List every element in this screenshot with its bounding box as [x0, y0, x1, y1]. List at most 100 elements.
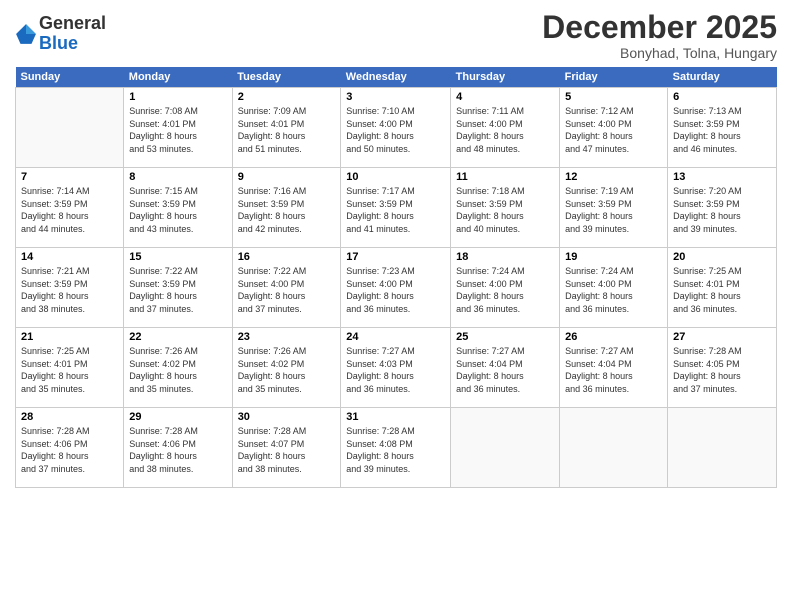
calendar-cell: 18 Sunrise: 7:24 AM Sunset: 4:00 PM Dayli… — [451, 248, 560, 328]
calendar-week-5: 28 Sunrise: 7:28 AM Sunset: 4:06 PM Dayli… — [16, 408, 777, 488]
calendar-cell: 15 Sunrise: 7:22 AM Sunset: 3:59 PM Dayli… — [124, 248, 232, 328]
calendar-cell: 14 Sunrise: 7:21 AM Sunset: 3:59 PM Dayli… — [16, 248, 124, 328]
day-number: 14 — [21, 251, 118, 263]
calendar-cell — [451, 408, 560, 488]
calendar-cell: 2 Sunrise: 7:09 AM Sunset: 4:01 PM Daylig… — [232, 88, 341, 168]
day-info: Sunrise: 7:13 AM Sunset: 3:59 PM Dayligh… — [673, 105, 771, 155]
col-sunday: Sunday — [16, 67, 124, 88]
day-number: 22 — [129, 331, 226, 343]
day-info: Sunrise: 7:26 AM Sunset: 4:02 PM Dayligh… — [238, 345, 336, 395]
calendar-cell — [668, 408, 777, 488]
day-number: 28 — [21, 411, 118, 423]
calendar-week-2: 7 Sunrise: 7:14 AM Sunset: 3:59 PM Daylig… — [16, 168, 777, 248]
day-number: 8 — [129, 171, 226, 183]
day-info: Sunrise: 7:26 AM Sunset: 4:02 PM Dayligh… — [129, 345, 226, 395]
calendar-cell: 17 Sunrise: 7:23 AM Sunset: 4:00 PM Dayli… — [341, 248, 451, 328]
col-thursday: Thursday — [451, 67, 560, 88]
day-number: 11 — [456, 171, 554, 183]
day-info: Sunrise: 7:16 AM Sunset: 3:59 PM Dayligh… — [238, 185, 336, 235]
page-container: General Blue December 2025 Bonyhad, Toln… — [0, 0, 792, 498]
day-info: Sunrise: 7:27 AM Sunset: 4:03 PM Dayligh… — [346, 345, 445, 395]
calendar-header: Sunday Monday Tuesday Wednesday Thursday… — [16, 67, 777, 88]
header: General Blue December 2025 Bonyhad, Toln… — [15, 10, 777, 61]
calendar-cell: 27Sunrise: 7:28 AM Sunset: 4:05 PM Dayli… — [668, 328, 777, 408]
calendar-cell: 9 Sunrise: 7:16 AM Sunset: 3:59 PM Daylig… — [232, 168, 341, 248]
day-info: Sunrise: 7:15 AM Sunset: 3:59 PM Dayligh… — [129, 185, 226, 235]
day-number: 17 — [346, 251, 445, 263]
day-info: Sunrise: 7:27 AM Sunset: 4:04 PM Dayligh… — [456, 345, 554, 395]
col-monday: Monday — [124, 67, 232, 88]
day-info: Sunrise: 7:09 AM Sunset: 4:01 PM Dayligh… — [238, 105, 336, 155]
calendar-cell: 21 Sunrise: 7:25 AM Sunset: 4:01 PM Dayli… — [16, 328, 124, 408]
day-info: Sunrise: 7:27 AM Sunset: 4:04 PM Dayligh… — [565, 345, 662, 395]
calendar-week-3: 14 Sunrise: 7:21 AM Sunset: 3:59 PM Dayli… — [16, 248, 777, 328]
day-number: 9 — [238, 171, 336, 183]
calendar-cell: 5Sunrise: 7:12 AM Sunset: 4:00 PM Daylig… — [560, 88, 668, 168]
day-info: Sunrise: 7:28 AM Sunset: 4:07 PM Dayligh… — [238, 425, 336, 475]
calendar-cell: 8 Sunrise: 7:15 AM Sunset: 3:59 PM Daylig… — [124, 168, 232, 248]
day-number: 21 — [21, 331, 118, 343]
calendar-cell: 28 Sunrise: 7:28 AM Sunset: 4:06 PM Dayli… — [16, 408, 124, 488]
col-saturday: Saturday — [668, 67, 777, 88]
day-info: Sunrise: 7:28 AM Sunset: 4:05 PM Dayligh… — [673, 345, 771, 395]
logo-blue-text: Blue — [39, 33, 78, 53]
col-tuesday: Tuesday — [232, 67, 341, 88]
day-number: 18 — [456, 251, 554, 263]
day-number: 4 — [456, 91, 554, 103]
day-info: Sunrise: 7:24 AM Sunset: 4:00 PM Dayligh… — [456, 265, 554, 315]
day-number: 12 — [565, 171, 662, 183]
calendar-body: 1 Sunrise: 7:08 AM Sunset: 4:01 PM Daylig… — [16, 88, 777, 488]
day-info: Sunrise: 7:21 AM Sunset: 3:59 PM Dayligh… — [21, 265, 118, 315]
day-number: 2 — [238, 91, 336, 103]
day-info: Sunrise: 7:14 AM Sunset: 3:59 PM Dayligh… — [21, 185, 118, 235]
day-info: Sunrise: 7:23 AM Sunset: 4:00 PM Dayligh… — [346, 265, 445, 315]
day-info: Sunrise: 7:17 AM Sunset: 3:59 PM Dayligh… — [346, 185, 445, 235]
logo: General Blue — [15, 14, 106, 54]
calendar-cell: 16Sunrise: 7:22 AM Sunset: 4:00 PM Dayli… — [232, 248, 341, 328]
day-number: 20 — [673, 251, 771, 263]
calendar-cell: 25Sunrise: 7:27 AM Sunset: 4:04 PM Dayli… — [451, 328, 560, 408]
day-info: Sunrise: 7:24 AM Sunset: 4:00 PM Dayligh… — [565, 265, 662, 315]
day-number: 19 — [565, 251, 662, 263]
calendar-cell: 22 Sunrise: 7:26 AM Sunset: 4:02 PM Dayli… — [124, 328, 232, 408]
calendar-cell: 12 Sunrise: 7:19 AM Sunset: 3:59 PM Dayli… — [560, 168, 668, 248]
day-number: 24 — [346, 331, 445, 343]
day-info: Sunrise: 7:18 AM Sunset: 3:59 PM Dayligh… — [456, 185, 554, 235]
calendar-week-4: 21 Sunrise: 7:25 AM Sunset: 4:01 PM Dayli… — [16, 328, 777, 408]
calendar-cell: 19 Sunrise: 7:24 AM Sunset: 4:00 PM Dayli… — [560, 248, 668, 328]
day-info: Sunrise: 7:22 AM Sunset: 4:00 PM Dayligh… — [238, 265, 336, 315]
calendar-cell — [16, 88, 124, 168]
day-number: 26 — [565, 331, 662, 343]
day-info: Sunrise: 7:28 AM Sunset: 4:06 PM Dayligh… — [21, 425, 118, 475]
calendar-cell: 7 Sunrise: 7:14 AM Sunset: 3:59 PM Daylig… — [16, 168, 124, 248]
day-info: Sunrise: 7:12 AM Sunset: 4:00 PM Dayligh… — [565, 105, 662, 155]
calendar-cell: 4 Sunrise: 7:11 AM Sunset: 4:00 PM Daylig… — [451, 88, 560, 168]
calendar-cell: 31Sunrise: 7:28 AM Sunset: 4:08 PM Dayli… — [341, 408, 451, 488]
month-title: December 2025 — [542, 10, 777, 45]
title-block: December 2025 Bonyhad, Tolna, Hungary — [542, 10, 777, 61]
day-info: Sunrise: 7:25 AM Sunset: 4:01 PM Dayligh… — [673, 265, 771, 315]
location: Bonyhad, Tolna, Hungary — [542, 45, 777, 61]
day-info: Sunrise: 7:11 AM Sunset: 4:00 PM Dayligh… — [456, 105, 554, 155]
day-number: 7 — [21, 171, 118, 183]
day-info: Sunrise: 7:25 AM Sunset: 4:01 PM Dayligh… — [21, 345, 118, 395]
calendar-cell — [560, 408, 668, 488]
day-info: Sunrise: 7:22 AM Sunset: 3:59 PM Dayligh… — [129, 265, 226, 315]
day-number: 3 — [346, 91, 445, 103]
day-info: Sunrise: 7:08 AM Sunset: 4:01 PM Dayligh… — [129, 105, 226, 155]
calendar-cell: 11 Sunrise: 7:18 AM Sunset: 3:59 PM Dayli… — [451, 168, 560, 248]
day-number: 29 — [129, 411, 226, 423]
day-number: 1 — [129, 91, 226, 103]
calendar-cell: 1 Sunrise: 7:08 AM Sunset: 4:01 PM Daylig… — [124, 88, 232, 168]
calendar-cell: 24 Sunrise: 7:27 AM Sunset: 4:03 PM Dayli… — [341, 328, 451, 408]
day-number: 10 — [346, 171, 445, 183]
calendar-cell: 23 Sunrise: 7:26 AM Sunset: 4:02 PM Dayli… — [232, 328, 341, 408]
day-info: Sunrise: 7:19 AM Sunset: 3:59 PM Dayligh… — [565, 185, 662, 235]
day-number: 23 — [238, 331, 336, 343]
calendar-cell: 13Sunrise: 7:20 AM Sunset: 3:59 PM Dayli… — [668, 168, 777, 248]
day-number: 31 — [346, 411, 445, 423]
day-number: 15 — [129, 251, 226, 263]
day-number: 6 — [673, 91, 771, 103]
calendar-table: Sunday Monday Tuesday Wednesday Thursday… — [15, 67, 777, 488]
day-number: 13 — [673, 171, 771, 183]
